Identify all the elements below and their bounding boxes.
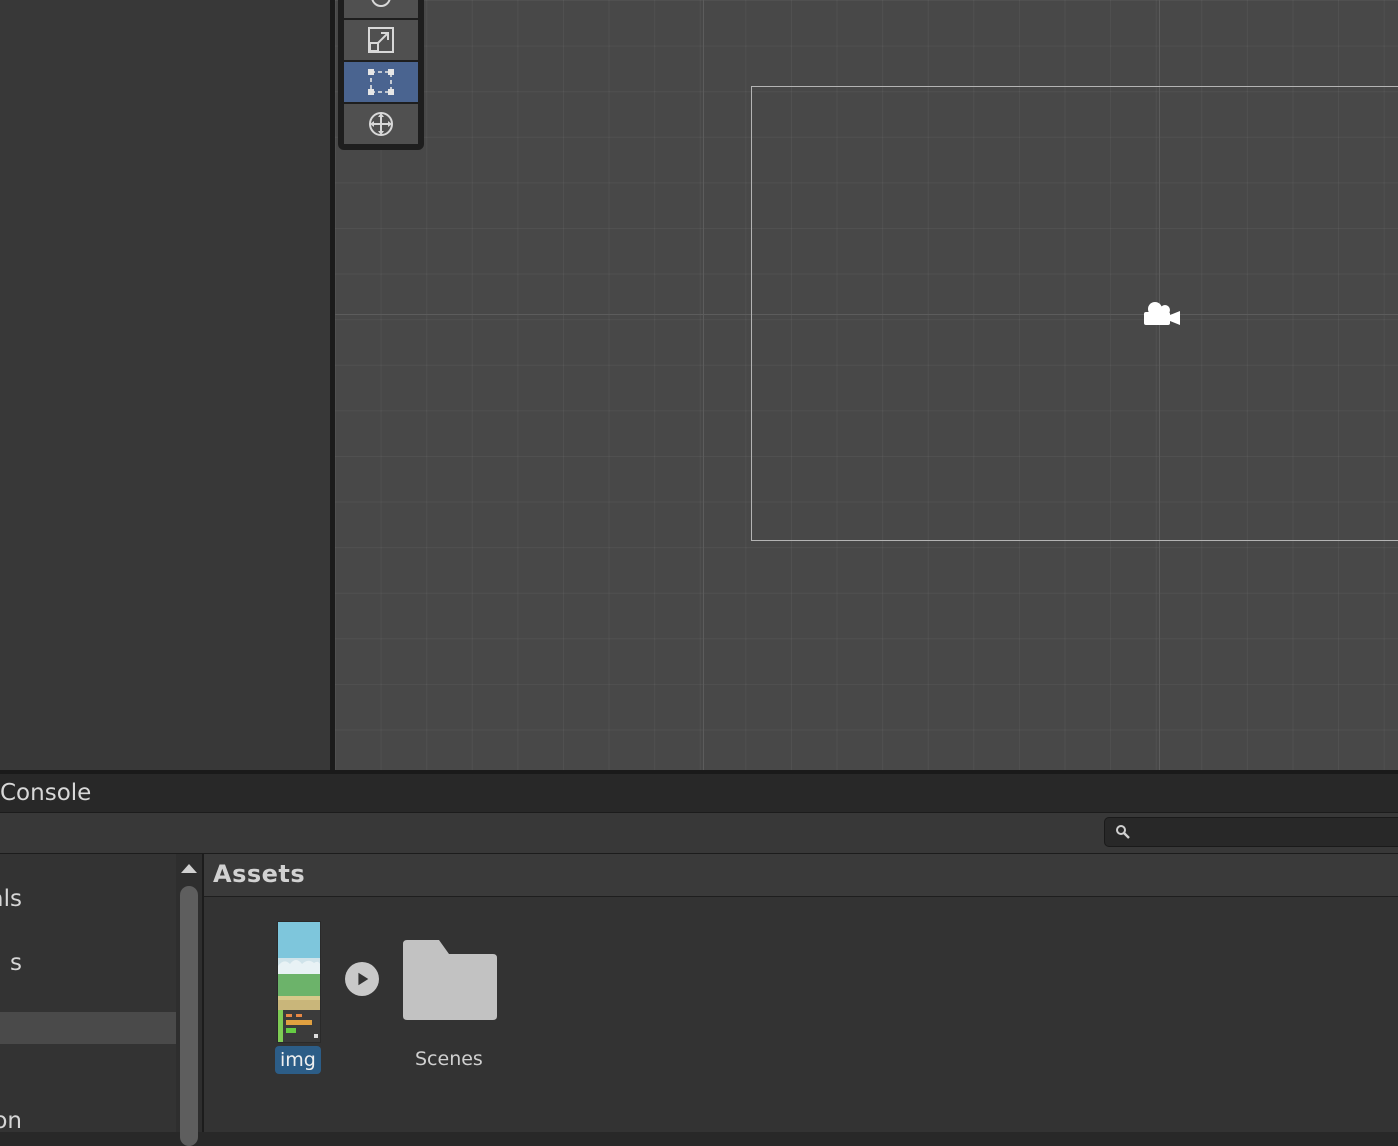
scale-icon [368, 27, 394, 53]
assets-grid[interactable]: img Scenes [204, 897, 1398, 1132]
rotate-tool-button[interactable] [344, 0, 418, 18]
tab-console[interactable]: Console [0, 780, 91, 806]
tree-item-label: als [0, 886, 22, 912]
grid-axis-vertical [703, 0, 704, 770]
tree-item-label: ion [0, 1108, 22, 1132]
scroll-up-arrow-icon[interactable] [181, 864, 197, 873]
camera-bounds [751, 86, 1398, 541]
scene-view[interactable] [335, 0, 1398, 770]
play-icon [358, 972, 369, 986]
tree-item-selected[interactable] [0, 1012, 176, 1044]
hierarchy-panel [0, 0, 330, 770]
rotate-icon [371, 0, 391, 7]
scale-tool-button[interactable] [344, 20, 418, 60]
asset-label-img[interactable]: img [275, 1046, 321, 1074]
assets-breadcrumb[interactable]: Assets [213, 860, 305, 888]
folder-icon[interactable] [401, 940, 499, 1022]
search-box[interactable] [1104, 817, 1398, 847]
expand-sprite-button[interactable] [345, 962, 379, 996]
tool-strip [338, 0, 424, 150]
search-input[interactable] [1137, 820, 1391, 846]
scroll-thumb[interactable] [180, 886, 198, 1146]
tree-item-label: s [10, 950, 22, 976]
project-toolbar [0, 813, 1398, 854]
search-icon [1116, 825, 1130, 839]
image-thumbnail[interactable] [277, 921, 321, 1043]
project-tree: als s ion [0, 854, 176, 1132]
rect-transform-icon [368, 69, 394, 95]
transform-icon [369, 112, 393, 136]
camera-icon[interactable] [1138, 298, 1184, 332]
rect-tool-button[interactable] [344, 62, 418, 102]
transform-tool-button[interactable] [344, 104, 418, 144]
tree-scrollbar[interactable] [176, 854, 202, 1146]
asset-label-scenes[interactable]: Scenes [415, 1048, 483, 1070]
assets-header: Assets [204, 854, 1398, 897]
bottom-tab-bar: Console [0, 774, 1398, 813]
